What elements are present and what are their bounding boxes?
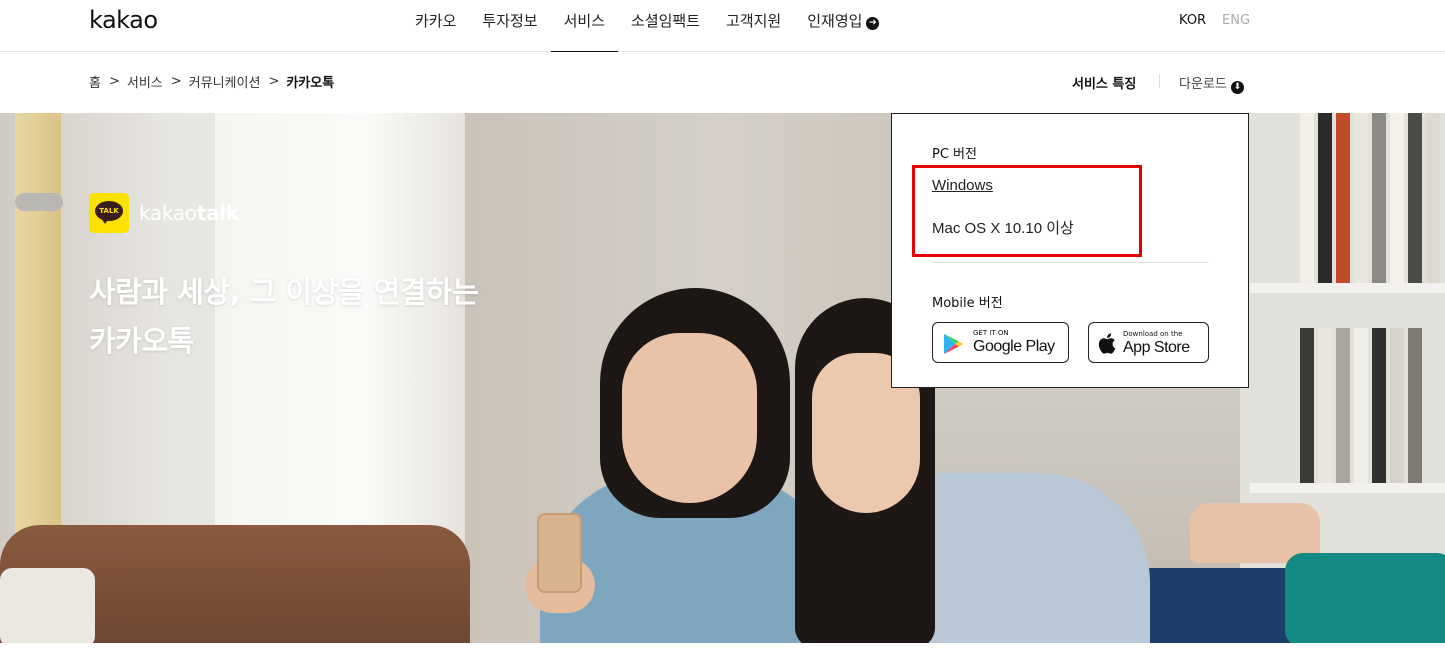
app-store-button[interactable]: Download on the App Store — [1088, 322, 1209, 363]
breadcrumb: 홈 > 서비스 > 커뮤니케이션 > 카카오톡 — [89, 72, 334, 91]
nav-careers-label: 인재영입 — [807, 12, 863, 30]
book — [1336, 113, 1350, 283]
cushion — [1285, 553, 1445, 643]
pc-version-title: PC 버전 — [932, 147, 977, 162]
highlight-annotation-box — [912, 165, 1142, 257]
breadcrumb-services[interactable]: 서비스 — [127, 72, 163, 91]
wordmark-bold: talk — [196, 201, 239, 225]
kakaotalk-wordmark: kakaotalk — [139, 201, 239, 225]
divider — [1159, 74, 1160, 88]
nav-kakao[interactable]: 카카오 — [402, 0, 469, 52]
app-store-text: App Store — [1123, 339, 1190, 356]
headline-line-2: 카카오톡 — [89, 324, 194, 358]
nav-investor-info[interactable]: 투자정보 — [469, 0, 550, 52]
kakao-logo[interactable]: kakao — [89, 6, 158, 34]
arrow-right-circle-icon: ➔ — [866, 17, 880, 30]
shelf — [1250, 483, 1445, 493]
door-handle — [15, 193, 63, 211]
lang-kor[interactable]: KOR — [1179, 13, 1206, 28]
book — [1336, 328, 1350, 483]
book — [1408, 328, 1422, 483]
service-features-link[interactable]: 서비스 특징 — [1072, 73, 1136, 92]
wordmark-light: kakao — [139, 201, 197, 225]
book — [1372, 113, 1386, 283]
talk-bubble-icon: TALK — [95, 201, 123, 221]
book — [1390, 113, 1404, 283]
nav-services[interactable]: 서비스 — [550, 0, 619, 53]
download-link[interactable]: 다운로드 ⬇ — [1179, 73, 1244, 94]
nav-customer-support[interactable]: 고객지원 — [713, 0, 794, 52]
book — [1300, 328, 1314, 483]
lang-eng[interactable]: ENG — [1222, 13, 1250, 28]
book — [1408, 113, 1422, 283]
google-play-text: Google Play — [973, 338, 1055, 355]
nav-careers[interactable]: 인재영입 ➔ — [794, 0, 892, 52]
google-play-icon — [944, 334, 963, 354]
pillow — [0, 568, 95, 643]
download-circle-icon: ⬇ — [1230, 81, 1244, 94]
book — [1372, 328, 1386, 483]
download-label: 다운로드 — [1179, 77, 1227, 92]
talk-bubble-tail — [101, 218, 109, 224]
chevron-right-icon: > — [108, 74, 120, 89]
breadcrumb-communication[interactable]: 커뮤니케이션 — [189, 72, 261, 91]
book — [1354, 328, 1368, 483]
nav-social-impact[interactable]: 소셜임팩트 — [618, 0, 713, 52]
breadcrumb-current: 카카오톡 — [286, 76, 335, 91]
google-play-button[interactable]: GET IT ON Google Play — [932, 322, 1069, 363]
book — [1318, 328, 1332, 483]
person-left-face — [622, 333, 757, 503]
global-nav: 카카오 투자정보 서비스 소셜임팩트 고객지원 인재영입 ➔ — [402, 0, 892, 53]
breadcrumb-home[interactable]: 홈 — [89, 72, 101, 91]
shelf — [1250, 283, 1445, 293]
book — [1300, 113, 1314, 283]
smartphone — [537, 513, 582, 593]
sub-navigation-bar: 홈 > 서비스 > 커뮤니케이션 > 카카오톡 서비스 특징 다운로드 ⬇ — [0, 52, 1445, 113]
google-play-small-text: GET IT ON — [973, 329, 1009, 337]
headline-line-1: 사람과 세상, 그 이상을 연결하는 — [89, 275, 479, 309]
hero-headline: 사람과 세상, 그 이상을 연결하는 카카오톡 — [89, 268, 609, 366]
book — [1354, 113, 1368, 283]
top-navigation-bar: kakao 카카오 투자정보 서비스 소셜임팩트 고객지원 인재영입 ➔ KOR … — [0, 0, 1445, 53]
door-frame — [15, 113, 61, 583]
book — [1390, 328, 1404, 483]
apple-icon — [1098, 333, 1116, 354]
chevron-right-icon: > — [268, 74, 280, 89]
chevron-right-icon: > — [170, 74, 182, 89]
app-store-small-text: Download on the — [1123, 330, 1183, 338]
mobile-version-title: Mobile 버전 — [932, 296, 1003, 311]
book — [1426, 113, 1440, 283]
book — [1318, 113, 1332, 283]
kakaotalk-app-icon: TALK — [89, 193, 129, 233]
divider — [932, 262, 1209, 263]
